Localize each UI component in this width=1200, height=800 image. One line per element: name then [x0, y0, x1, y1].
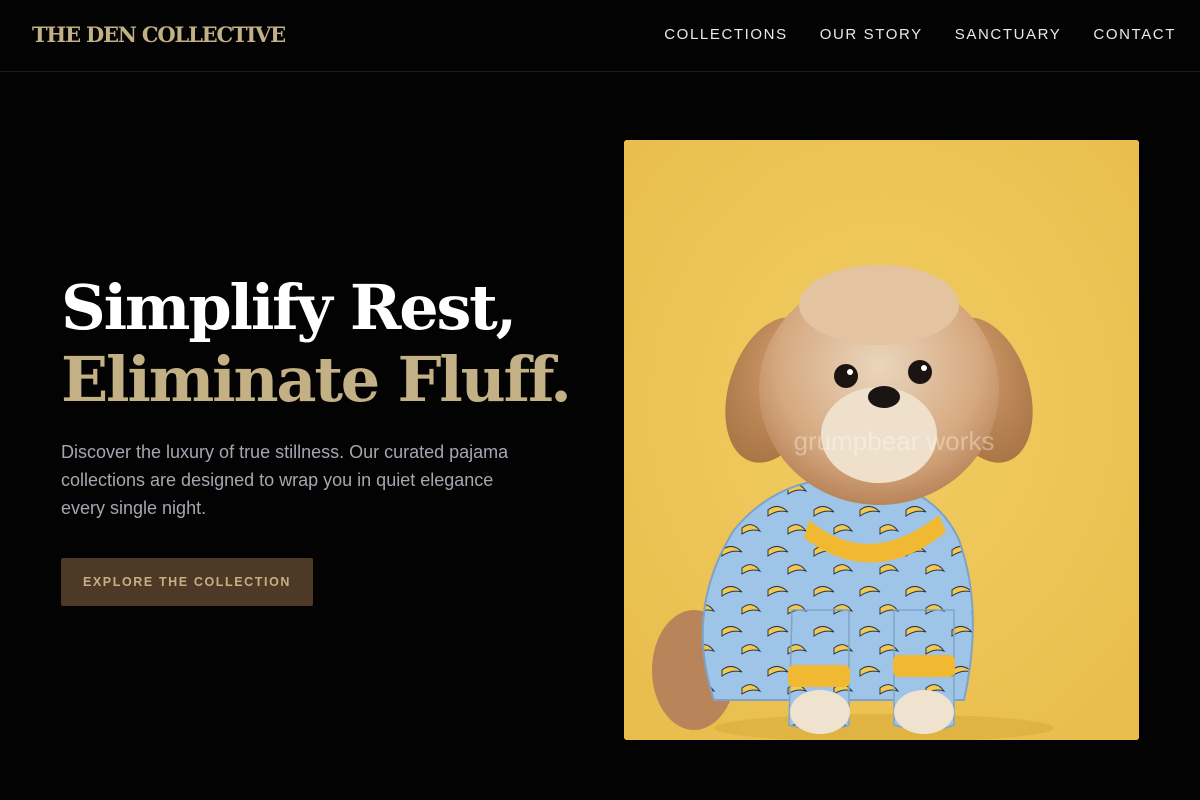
headline-line-1: Simplify Rest,: [61, 271, 517, 344]
dog-in-pajamas-illustration: grumpbear works: [624, 140, 1139, 740]
nav-links: COLLECTIONS OUR STORY SANCTUARY CONTACT: [664, 26, 1176, 43]
hero-description: Discover the luxury of true stillness. O…: [61, 442, 509, 518]
brand-logo[interactable]: THE DEN COLLECTIVE: [32, 22, 286, 47]
nav-link-contact[interactable]: CONTACT: [1093, 26, 1176, 43]
nav-link-our-story[interactable]: OUR STORY: [820, 26, 923, 43]
explore-collection-button[interactable]: EXPLORE THE COLLECTION: [61, 558, 313, 606]
headline-line-2: Eliminate Fluff.: [61, 343, 572, 416]
nav-link-collections[interactable]: COLLECTIONS: [664, 26, 787, 43]
image-watermark: grumpbear works: [794, 426, 995, 456]
hero-text: Simplify Rest, Eliminate Fluff. Discover…: [61, 272, 601, 522]
top-navigation: THE DEN COLLECTIVE COLLECTIONS OUR STORY…: [0, 0, 1200, 72]
hero-headline: Simplify Rest, Eliminate Fluff.: [61, 272, 601, 416]
hero-dog-image: grumpbear works: [624, 140, 1139, 740]
nav-link-sanctuary[interactable]: SANCTUARY: [955, 26, 1062, 43]
